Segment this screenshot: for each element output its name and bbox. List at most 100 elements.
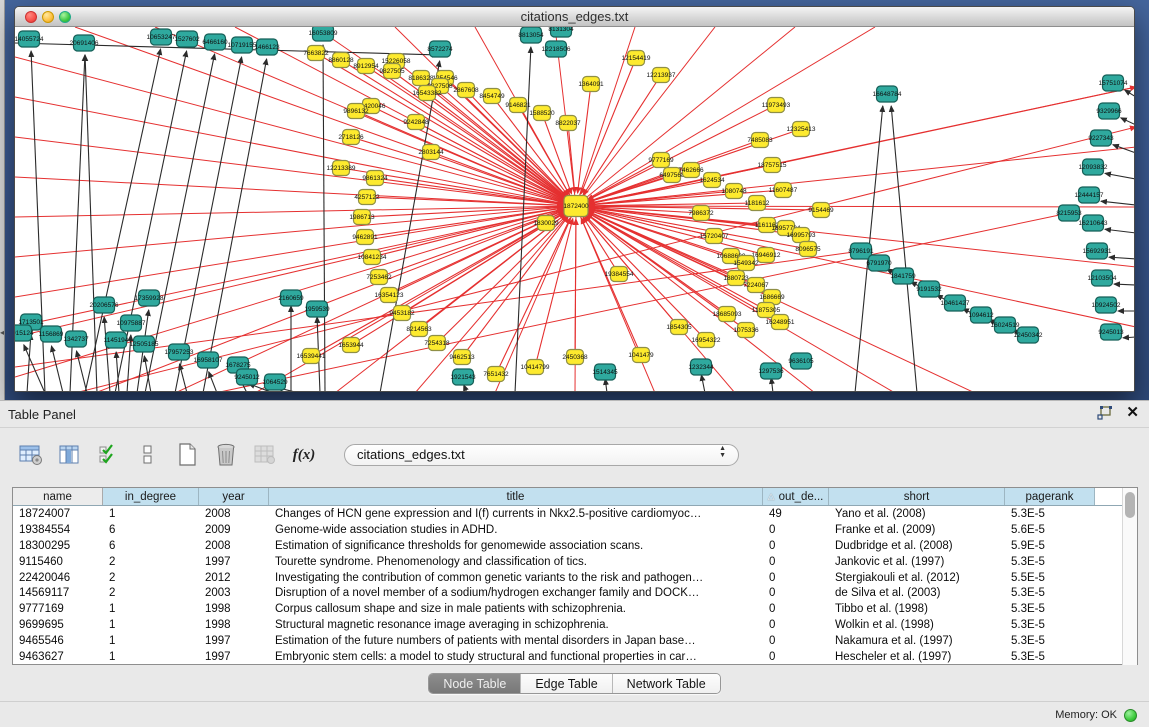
table-row[interactable]: 946554611997Estimation of the future num…	[13, 633, 1122, 649]
citation-network-graph[interactable]: 1405572420691406106532471527602646616010…	[15, 27, 1135, 392]
table-cell[interactable]: 9699695	[13, 617, 103, 633]
column-header-title[interactable]: title	[269, 488, 763, 505]
table-cell[interactable]: 1	[103, 617, 199, 633]
table-cell[interactable]: 0	[763, 554, 829, 570]
table-cell[interactable]: 9463627	[13, 649, 103, 665]
tab-edge-table[interactable]: Edge Table	[521, 674, 612, 693]
column-header-indegree[interactable]: in_degree	[103, 488, 199, 505]
table-cell[interactable]: 0	[763, 601, 829, 617]
table-cell[interactable]: 9115460	[13, 554, 103, 570]
select-rows-checkmarks-icon[interactable]	[96, 443, 122, 467]
column-header-short[interactable]: short	[829, 488, 1005, 505]
table-cell[interactable]: 22420046	[13, 570, 103, 586]
table-cell[interactable]: 2	[103, 570, 199, 586]
table-cell[interactable]: 5.3E-5	[1005, 554, 1095, 570]
table-cell[interactable]: 19384554	[13, 522, 103, 538]
table-cell[interactable]: Tibbo et al. (1998)	[829, 601, 1005, 617]
table-cell[interactable]: 1998	[199, 601, 269, 617]
table-cell[interactable]: 0	[763, 570, 829, 586]
table-cell[interactable]: 5.3E-5	[1005, 633, 1095, 649]
tab-network-table[interactable]: Network Table	[613, 674, 720, 693]
show-columns-icon[interactable]	[57, 443, 83, 467]
column-header-year[interactable]: year	[199, 488, 269, 505]
hub-node[interactable]: 1872400	[563, 196, 589, 217]
close-panel-icon[interactable]: ✕	[1126, 406, 1139, 420]
memory-status-indicator[interactable]	[1124, 709, 1137, 722]
table-cell[interactable]: Structural magnetic resonance image aver…	[269, 617, 763, 633]
table-selector-dropdown[interactable]: citations_edges.txt ▲▼	[344, 444, 739, 466]
table-cell[interactable]: Embryonic stem cells: a model to study s…	[269, 649, 763, 665]
table-cell[interactable]: 18300295	[13, 538, 103, 554]
table-cell[interactable]: 5.3E-5	[1005, 506, 1095, 522]
network-view-window[interactable]: citations_edges.txt 14055724206914061065…	[14, 6, 1135, 392]
vertical-scrollbar[interactable]	[1122, 488, 1137, 665]
table-cell[interactable]: 1	[103, 633, 199, 649]
table-cell[interactable]: 9465546	[13, 633, 103, 649]
scrollbar-thumb[interactable]	[1125, 492, 1135, 518]
column-header-name[interactable]: name	[13, 488, 103, 505]
table-row[interactable]: 911546021997Tourette syndrome. Phenomeno…	[13, 554, 1122, 570]
new-document-icon[interactable]	[174, 443, 200, 467]
table-cell[interactable]: Dudbridge et al. (2008)	[829, 538, 1005, 554]
table-cell[interactable]: 0	[763, 522, 829, 538]
table-cell[interactable]: 1	[103, 601, 199, 617]
delete-trash-icon[interactable]	[213, 443, 239, 467]
table-cell[interactable]: de Silva et al. (2003)	[829, 585, 1005, 601]
table-cell[interactable]: 2	[103, 554, 199, 570]
table-cell[interactable]: Estimation of the future numbers of pati…	[269, 633, 763, 649]
table-row[interactable]: 1872400712008Changes of HCN gene express…	[13, 506, 1122, 522]
table-cell[interactable]: 0	[763, 649, 829, 665]
table-cell[interactable]: 6	[103, 522, 199, 538]
table-cell[interactable]: 2009	[199, 522, 269, 538]
table-cell[interactable]: 9777169	[13, 601, 103, 617]
table-cell[interactable]: Yano et al. (2008)	[829, 506, 1005, 522]
table-cell[interactable]: 18724007	[13, 506, 103, 522]
table-cell[interactable]: Investigating the contribution of common…	[269, 570, 763, 586]
table-cell[interactable]: 2012	[199, 570, 269, 586]
table-cell[interactable]: Nakamura et al. (1997)	[829, 633, 1005, 649]
table-cell[interactable]: Tourette syndrome. Phenomenology and cla…	[269, 554, 763, 570]
table-cell[interactable]: 1	[103, 506, 199, 522]
table-cell[interactable]: 5.3E-5	[1005, 617, 1095, 633]
table-cell[interactable]: 49	[763, 506, 829, 522]
panel-expand-handle-icon[interactable]: ◂	[0, 328, 4, 337]
table-cell[interactable]: Changes of HCN gene expression and I(f) …	[269, 506, 763, 522]
network-canvas[interactable]: 1405572420691406106532471527602646616010…	[15, 27, 1135, 392]
table-row[interactable]: 977716911998Corpus callosum shape and si…	[13, 601, 1122, 617]
table-cell[interactable]: 2008	[199, 538, 269, 554]
table-row[interactable]: 1456911722003Disruption of a novel membe…	[13, 585, 1122, 601]
tab-node-table[interactable]: Node Table	[429, 674, 521, 693]
table-cell[interactable]: Franke et al. (2009)	[829, 522, 1005, 538]
table-cell[interactable]: Hescheler et al. (1997)	[829, 649, 1005, 665]
table-settings-icon[interactable]	[18, 443, 44, 467]
table-cell[interactable]: 2008	[199, 506, 269, 522]
table-cell[interactable]: 5.3E-5	[1005, 601, 1095, 617]
table-cell[interactable]: 5.3E-5	[1005, 649, 1095, 665]
table-cell[interactable]: 0	[763, 633, 829, 649]
table-cell[interactable]: 2	[103, 585, 199, 601]
table-cell[interactable]: Corpus callosum shape and size in male p…	[269, 601, 763, 617]
column-header-pagerank[interactable]: pagerank	[1005, 488, 1095, 505]
table-row[interactable]: 946362711997Embryonic stem cells: a mode…	[13, 649, 1122, 665]
table-cell[interactable]: 2003	[199, 585, 269, 601]
table-cell[interactable]: Jankovic et al. (1997)	[829, 554, 1005, 570]
table-row[interactable]: 2242004622012Investigating the contribut…	[13, 570, 1122, 586]
function-builder-icon[interactable]: f(x)	[291, 443, 317, 467]
table-cell[interactable]: Wolkin et al. (1998)	[829, 617, 1005, 633]
table-cell[interactable]: 1997	[199, 554, 269, 570]
table-cell[interactable]: Disruption of a novel member of a sodium…	[269, 585, 763, 601]
table-cell[interactable]: 0	[763, 585, 829, 601]
row-height-icon[interactable]	[135, 443, 161, 467]
table-grid[interactable]: namein_degreeyeartitle△out_de...shortpag…	[13, 488, 1122, 665]
table-cell[interactable]: Estimation of significance thresholds fo…	[269, 538, 763, 554]
table-cell[interactable]: 0	[763, 538, 829, 554]
table-row[interactable]: 1938455462009Genome-wide association stu…	[13, 522, 1122, 538]
import-table-icon[interactable]	[252, 443, 278, 467]
table-cell[interactable]: 6	[103, 538, 199, 554]
table-cell[interactable]: Stergiakouli et al. (2012)	[829, 570, 1005, 586]
float-panel-icon[interactable]	[1097, 406, 1112, 420]
window-titlebar[interactable]: citations_edges.txt	[15, 7, 1134, 27]
table-cell[interactable]: 5.3E-5	[1005, 585, 1095, 601]
column-header-outde[interactable]: △out_de...	[763, 488, 829, 505]
table-cell[interactable]: Genome-wide association studies in ADHD.	[269, 522, 763, 538]
